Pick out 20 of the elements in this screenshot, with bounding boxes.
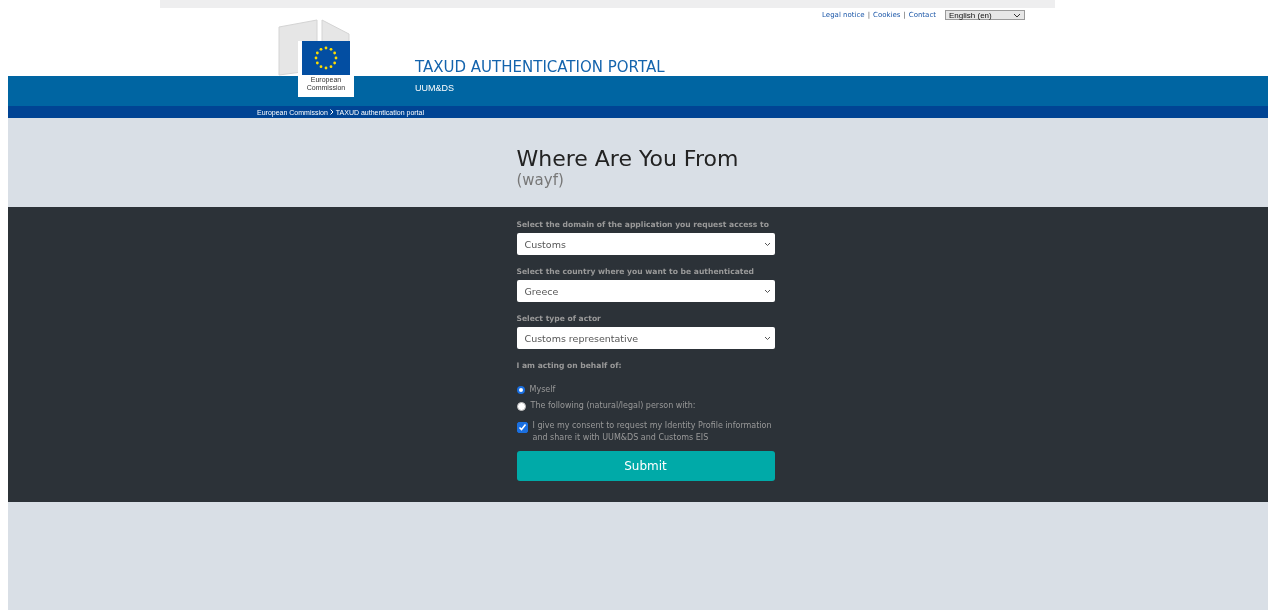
caret-icon bbox=[1013, 12, 1021, 18]
caret-icon bbox=[763, 241, 771, 247]
caret-icon bbox=[763, 288, 771, 294]
page-subheading: (wayf) bbox=[516, 172, 565, 188]
site-title: TAXUD AUTHENTICATION PORTAL bbox=[415, 58, 665, 76]
select-field[interactable]: Customs bbox=[516, 233, 775, 255]
radio-button[interactable] bbox=[516, 401, 526, 411]
page-heading: Where Are You From bbox=[516, 146, 740, 172]
caret-icon bbox=[763, 335, 771, 341]
chevron-icon bbox=[329, 109, 334, 115]
radio-button[interactable] bbox=[516, 386, 525, 394]
checkbox-label: I give my consent to request my Identity Profile information and share it with UUM&DS and Customs EIS bbox=[532, 420, 773, 444]
radio-label: The following (natural/legal) person with: bbox=[530, 400, 696, 412]
language-select[interactable]: English (en) bbox=[945, 10, 1025, 20]
site-subtitle: UUM&DS bbox=[415, 83, 454, 93]
select-field[interactable]: Customs representative bbox=[516, 327, 775, 349]
select-field[interactable]: Greece bbox=[516, 280, 775, 302]
eu-flag-icon bbox=[302, 41, 350, 75]
radio-label: Myself bbox=[529, 384, 556, 396]
checkbox[interactable] bbox=[516, 422, 528, 433]
